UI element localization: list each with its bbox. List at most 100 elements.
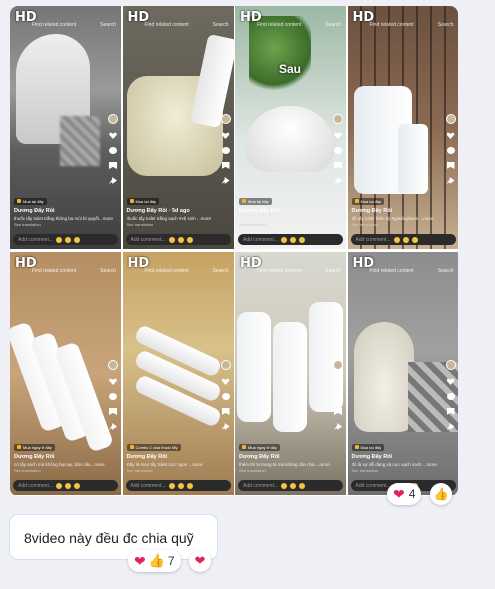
search-label: Search bbox=[437, 268, 454, 274]
avatar bbox=[333, 360, 343, 370]
product-tag-label: Mua tại đây bbox=[248, 198, 269, 204]
product-tag-label: Combo 2 chai thuốc tẩy bbox=[135, 444, 178, 450]
avatar bbox=[445, 360, 456, 370]
search-label: Search bbox=[437, 22, 454, 28]
video-caption: có tẩy sạch mà không hại tay, bồn cầu...… bbox=[14, 462, 105, 467]
product-tag: Mua tại đây bbox=[126, 197, 160, 205]
emoji-icon bbox=[186, 236, 193, 243]
topbar-label: Find related content bbox=[369, 268, 414, 274]
comment-placeholder: Add comment... bbox=[243, 482, 279, 489]
see-translation: See translation bbox=[351, 468, 379, 473]
product-tag: Combo 2 chai thuốc tẩy bbox=[126, 443, 181, 451]
comment-bar: Add comment... bbox=[238, 480, 343, 491]
see-translation: See translation bbox=[239, 222, 266, 227]
see-translation: See translation bbox=[126, 222, 154, 227]
video-thumbnail-4[interactable]: HD Find related content Search Mua tại đ… bbox=[347, 6, 458, 249]
bag-icon bbox=[242, 445, 246, 449]
heart-reaction-icon: ❤ bbox=[393, 486, 405, 502]
emoji-icon bbox=[299, 482, 306, 489]
video-caption: thuốc tẩy toilet trắng thông ba mùi bí q… bbox=[14, 216, 114, 221]
search-label: Search bbox=[325, 22, 341, 28]
author-name: Dương Đẩy Rối bbox=[351, 454, 393, 460]
share-icon bbox=[334, 423, 342, 430]
avatar bbox=[108, 360, 118, 370]
comment-icon bbox=[221, 393, 230, 400]
topbar-label: Find related content bbox=[144, 268, 189, 274]
heart-react-icon[interactable]: ❤ bbox=[189, 550, 211, 572]
video-info: Mua tại đây Dương Đẩy Rối · 5d ago thuốc… bbox=[126, 190, 230, 227]
author-name: Dương Đẩy Rối bbox=[239, 454, 280, 460]
video-caption: Cả nhà ơi cái toilet sạch bóng luôn ạ ..… bbox=[239, 216, 328, 221]
share-icon bbox=[221, 177, 230, 184]
emoji-icon bbox=[56, 236, 63, 243]
video-caption: Đây là mẹo tẩy toilet cực ngon ...more bbox=[126, 462, 203, 467]
topbar-label: Find related content bbox=[257, 22, 302, 28]
heart-icon bbox=[446, 132, 455, 139]
comment-placeholder: Add comment... bbox=[130, 236, 166, 243]
comment-icon bbox=[109, 147, 117, 154]
video-info: Mua tại đây Dương Đẩy Rối Cả nhà ơi cái … bbox=[239, 190, 342, 227]
message-reaction-summary[interactable]: ❤ 👍 7 bbox=[128, 550, 181, 572]
search-label: Search bbox=[100, 268, 116, 274]
emoji-icon bbox=[65, 482, 72, 489]
video-thumbnail-8[interactable]: HD Find related content Search Mua tại đ… bbox=[347, 252, 458, 495]
video-thumbnail-3[interactable]: HD Sau Find related content Search Mua t… bbox=[235, 6, 346, 249]
sink-image bbox=[245, 106, 335, 172]
comment-placeholder: Add comment... bbox=[18, 482, 54, 489]
comment-icon bbox=[334, 393, 342, 400]
topbar-label: Find related content bbox=[257, 268, 302, 274]
emoji-icon bbox=[393, 236, 400, 243]
bookmark-icon bbox=[334, 162, 342, 169]
comment-placeholder: Add comment... bbox=[130, 482, 166, 489]
share-icon bbox=[446, 423, 455, 430]
product-tag-label: Mua tại đây bbox=[23, 198, 44, 204]
message-bubble[interactable]: 8video này đều đc chia quỹ bbox=[9, 514, 218, 560]
action-rail bbox=[108, 360, 118, 430]
heart-icon bbox=[221, 132, 230, 139]
album-reaction-summary[interactable]: ❤ 4 bbox=[387, 483, 422, 505]
heart-icon bbox=[109, 378, 117, 385]
video-info: Mua ngay ở đây Dương Đẩy Rối có tẩy sạch… bbox=[14, 436, 117, 473]
video-topbar: Find related content Search bbox=[145, 22, 229, 28]
heart-icon bbox=[109, 132, 117, 139]
plant-image bbox=[249, 16, 311, 96]
comment-bar: Add comment... bbox=[350, 234, 456, 245]
overlay-text: Sau bbox=[279, 62, 302, 76]
heart-icon bbox=[446, 378, 455, 385]
see-translation: See translation bbox=[126, 468, 154, 473]
bag-icon bbox=[354, 445, 359, 449]
video-thumbnail-1[interactable]: HD Find related content Search Mua tại đ… bbox=[10, 6, 121, 249]
comment-icon bbox=[446, 393, 455, 400]
thumbs-up-reaction-icon: 👍 bbox=[148, 553, 165, 568]
bookmark-icon bbox=[334, 408, 342, 415]
emoji-icon bbox=[168, 236, 175, 243]
bag-icon bbox=[242, 199, 246, 203]
author-name: Dương Đẩy Rối bbox=[126, 454, 168, 460]
video-thumbnail-5[interactable]: HD Find related content Search Mua ngay … bbox=[10, 252, 121, 495]
product-tag: Mua tại đây bbox=[351, 197, 385, 205]
video-topbar: Find related content Search bbox=[370, 22, 454, 28]
search-label: Search bbox=[325, 268, 341, 274]
video-topbar: Find related content Search bbox=[32, 268, 116, 274]
search-label: Search bbox=[212, 22, 229, 28]
thumbs-up-icon[interactable]: 👍 bbox=[430, 483, 452, 505]
see-translation: See translation bbox=[351, 222, 379, 227]
topbar-label: Find related content bbox=[369, 22, 414, 28]
video-thumbnail-2[interactable]: HD Find related content Search Mua tại đ… bbox=[122, 6, 234, 249]
heart-icon bbox=[221, 378, 230, 385]
reaction-count: 7 bbox=[167, 554, 175, 568]
bookmark-icon bbox=[446, 162, 455, 169]
bookmark-icon bbox=[221, 408, 230, 415]
emoji-icon bbox=[74, 482, 81, 489]
comment-placeholder: Add comment... bbox=[243, 236, 279, 243]
reaction-count: 4 bbox=[408, 487, 416, 501]
video-thumbnail-7[interactable]: HD Find related content Search Mua ngay … bbox=[235, 252, 346, 495]
comment-bar: Add comment... bbox=[13, 234, 118, 245]
video-thumbnail-6[interactable]: HD Find related content Search Combo 2 c… bbox=[122, 252, 234, 495]
video-info: Mua tại đây Dương Đẩy Rối đó là sự dễ dà… bbox=[351, 436, 455, 473]
avatar bbox=[108, 114, 118, 124]
emoji-icon bbox=[411, 236, 418, 243]
bookmark-icon bbox=[109, 408, 117, 415]
action-rail bbox=[445, 360, 456, 430]
product-tag-label: Mua tại đây bbox=[135, 198, 157, 204]
